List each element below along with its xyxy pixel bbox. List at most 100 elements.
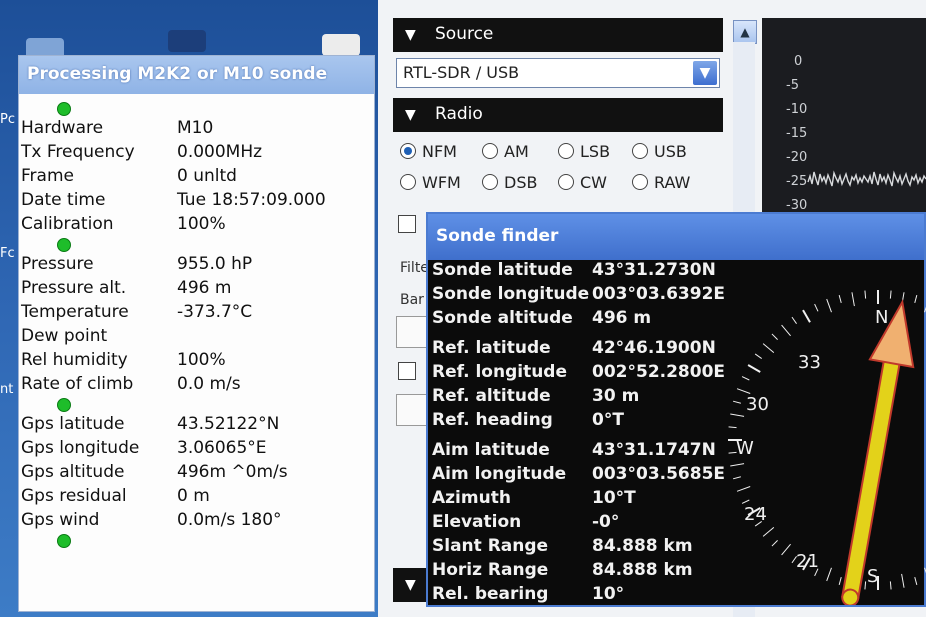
radio-circle-icon[interactable] bbox=[632, 143, 648, 159]
telemetry-row: Gps latitude 43.52122°N bbox=[21, 414, 371, 438]
mode-radio-dsb[interactable]: DSB bbox=[482, 173, 537, 192]
desktop-shortcut-icon[interactable] bbox=[168, 30, 206, 52]
radio-circle-icon[interactable] bbox=[558, 174, 574, 190]
finder-key: Ref. altitude bbox=[432, 386, 551, 406]
telemetry-value: 0 m bbox=[177, 486, 210, 506]
telemetry-row: Calibration 100% bbox=[21, 214, 371, 238]
telemetry-row: Tx Frequency 0.000MHz bbox=[21, 142, 371, 166]
telemetry-value: 496m ^0m/s bbox=[177, 462, 288, 482]
source-select[interactable]: RTL-SDR / USB ▼ bbox=[396, 58, 720, 88]
finder-value: 30 m bbox=[592, 386, 640, 406]
finder-key: Azimuth bbox=[432, 488, 511, 508]
bandwidth-field[interactable] bbox=[396, 394, 428, 426]
telemetry-row: Gps longitude 3.06065°E bbox=[21, 438, 371, 462]
status-indicator-dot bbox=[57, 238, 71, 252]
mode-radio-wfm[interactable]: WFM bbox=[400, 173, 461, 192]
telemetry-key: Tx Frequency bbox=[21, 142, 135, 162]
finder-value: 43°31.1747N bbox=[592, 440, 716, 460]
telemetry-value: -373.7°C bbox=[177, 302, 253, 322]
compass-tick bbox=[864, 581, 867, 590]
telemetry-key: Gps residual bbox=[21, 486, 127, 506]
compass-tick bbox=[914, 294, 918, 303]
telemetry-key: Gps longitude bbox=[21, 438, 140, 458]
chevron-down-icon[interactable]: ▼ bbox=[693, 61, 717, 85]
mode-label: DSB bbox=[504, 173, 538, 192]
telemetry-key: Gps latitude bbox=[21, 414, 125, 434]
finder-row: Ref. longitude 002°52.2800E bbox=[432, 362, 752, 386]
compass-tick bbox=[838, 577, 842, 586]
telemetry-row: Hardware M10 bbox=[21, 118, 371, 142]
telemetry-key: Frame bbox=[21, 166, 74, 186]
finder-value: 84.888 km bbox=[592, 536, 693, 556]
compass-tick bbox=[762, 343, 775, 353]
telemetry-value: 0.0 m/s bbox=[177, 374, 241, 394]
telemetry-row: Rel humidity 100% bbox=[21, 350, 371, 374]
compass-tick bbox=[814, 303, 819, 312]
telemetry-row: Temperature -373.7°C bbox=[21, 302, 371, 326]
radio-circle-icon[interactable] bbox=[400, 174, 416, 190]
radio-circle-icon[interactable] bbox=[558, 143, 574, 159]
finder-row: Azimuth 10°T bbox=[432, 488, 752, 512]
mode-radio-nfm[interactable]: NFM bbox=[400, 142, 457, 161]
telemetry-key: Temperature bbox=[21, 302, 129, 322]
radio-section-header[interactable]: ▼ Radio bbox=[393, 98, 723, 132]
telemetry-value: 43.52122°N bbox=[177, 414, 280, 434]
mode-radio-cw[interactable]: CW bbox=[558, 173, 607, 192]
compass-tick bbox=[771, 333, 778, 340]
finder-row: Sonde longitude 003°03.6392E bbox=[432, 284, 752, 308]
mode-label: LSB bbox=[580, 142, 611, 161]
finder-key: Aim longitude bbox=[432, 464, 567, 484]
finder-row: Rel. bearing 10° bbox=[432, 584, 752, 608]
finder-row: Ref. altitude 30 m bbox=[432, 386, 752, 410]
telemetry-row: Date time Tue 18:57:09.000 bbox=[21, 190, 371, 214]
filter-field[interactable] bbox=[396, 316, 428, 348]
compass-tick bbox=[736, 388, 751, 394]
finder-value: 43°31.2730N bbox=[592, 260, 716, 280]
finder-value: -0° bbox=[592, 512, 620, 532]
desktop-label: Pc bbox=[0, 112, 15, 127]
mode-radio-raw[interactable]: RAW bbox=[632, 173, 690, 192]
telemetry-key: Pressure alt. bbox=[21, 278, 127, 298]
bearing-arrow-shaft bbox=[841, 358, 901, 601]
telemetry-value: 0 unltd bbox=[177, 166, 237, 186]
radio-circle-icon[interactable] bbox=[482, 143, 498, 159]
radio-circle-icon[interactable] bbox=[482, 174, 498, 190]
status-indicator-dot bbox=[57, 534, 71, 548]
finder-key: Elevation bbox=[432, 512, 522, 532]
filter-label: Filte bbox=[400, 260, 429, 276]
finder-row: Sonde latitude 43°31.2730N bbox=[432, 260, 752, 284]
option-checkbox[interactable] bbox=[398, 362, 416, 380]
finder-key: Sonde latitude bbox=[432, 260, 573, 280]
finder-row: Aim longitude 003°03.5685E bbox=[432, 464, 752, 488]
mode-radio-lsb[interactable]: LSB bbox=[558, 142, 610, 161]
compass-tick bbox=[728, 426, 737, 429]
compass-tick bbox=[747, 364, 761, 373]
finder-key: Horiz Range bbox=[432, 560, 549, 580]
compass-tick bbox=[741, 376, 750, 381]
compass-tick bbox=[730, 413, 745, 417]
mode-label: CW bbox=[580, 173, 607, 192]
telemetry-key: Rel humidity bbox=[21, 350, 128, 370]
telemetry-key: Hardware bbox=[21, 118, 104, 138]
radio-circle-icon[interactable] bbox=[400, 143, 416, 159]
finder-key: Slant Range bbox=[432, 536, 549, 556]
finder-key: Sonde altitude bbox=[432, 308, 573, 328]
compass-tick bbox=[741, 499, 750, 504]
source-section-header[interactable]: ▼ Source bbox=[393, 18, 723, 52]
compass-tick bbox=[826, 298, 832, 313]
option-checkbox[interactable] bbox=[398, 215, 416, 233]
radio-circle-icon[interactable] bbox=[632, 174, 648, 190]
mode-radio-am[interactable]: AM bbox=[482, 142, 529, 161]
desktop-shortcut-icon[interactable] bbox=[322, 34, 360, 56]
mode-label: WFM bbox=[422, 173, 461, 192]
telemetry-value: Tue 18:57:09.000 bbox=[177, 190, 326, 210]
compass-tick bbox=[732, 400, 741, 404]
scroll-up-button[interactable]: ▲ bbox=[733, 20, 757, 44]
mode-radio-usb[interactable]: USB bbox=[632, 142, 687, 161]
collapse-triangle-icon: ▼ bbox=[405, 577, 416, 593]
telemetry-key: Calibration bbox=[21, 214, 114, 234]
compass-south-label: S bbox=[867, 566, 878, 587]
telemetry-key: Dew point bbox=[21, 326, 108, 346]
telemetry-row: Pressure 955.0 hP bbox=[21, 254, 371, 278]
telemetry-row: Pressure alt. 496 m bbox=[21, 278, 371, 302]
